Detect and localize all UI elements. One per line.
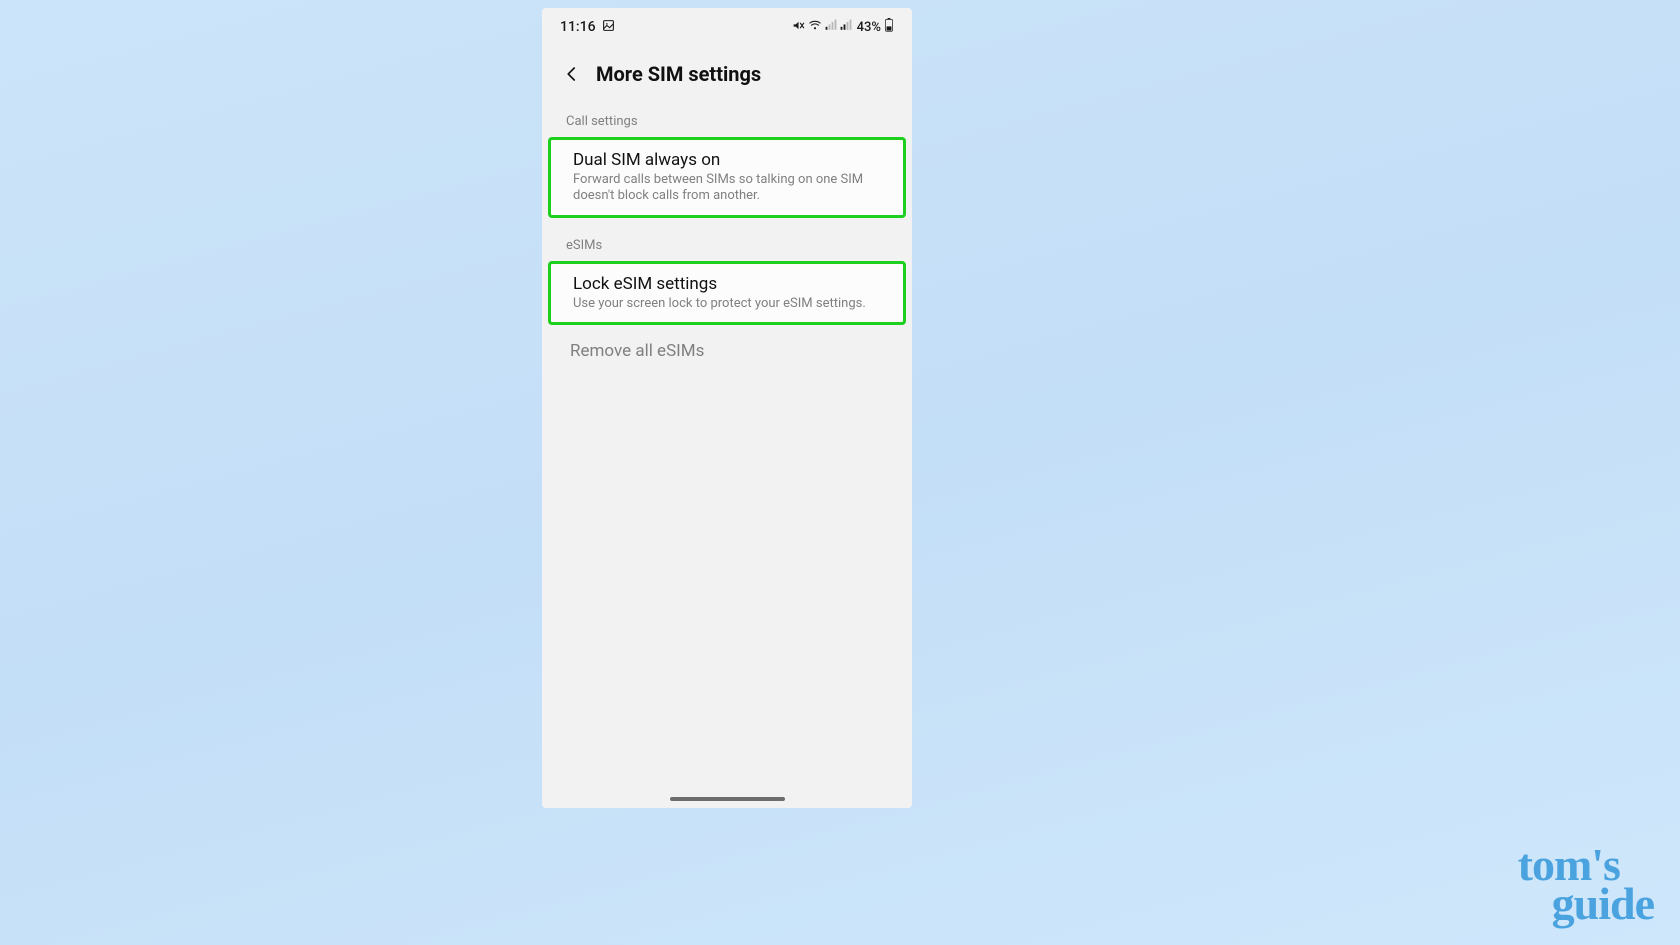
- mute-icon: [792, 19, 805, 36]
- nav-bar: [542, 790, 912, 808]
- dual-sim-always-on-item[interactable]: Dual SIM always on Forward calls between…: [548, 137, 906, 218]
- battery-icon: [884, 18, 894, 36]
- watermark: tom's guide: [1518, 845, 1654, 923]
- wifi-icon: [808, 19, 822, 36]
- picture-icon: [602, 19, 615, 36]
- section-label-esims: eSIMs: [542, 220, 912, 259]
- app-header: More SIM settings: [542, 46, 912, 96]
- section-label-call: Call settings: [542, 96, 912, 135]
- status-time: 11:16: [560, 19, 596, 35]
- page-title: More SIM settings: [596, 62, 761, 86]
- remove-all-esims-item[interactable]: Remove all eSIMs: [548, 327, 906, 377]
- home-indicator[interactable]: [670, 797, 785, 801]
- item-title: Lock eSIM settings: [573, 274, 881, 294]
- battery-percent: 43%: [857, 20, 881, 35]
- item-title: Dual SIM always on: [573, 150, 881, 170]
- back-button[interactable]: [562, 64, 582, 84]
- phone-frame: 11:16 43% Mor: [542, 8, 912, 808]
- signal-icon-2: [840, 19, 852, 35]
- signal-icon-1: [825, 19, 837, 35]
- item-desc: Forward calls between SIMs so talking on…: [573, 172, 881, 205]
- item-desc: Use your screen lock to protect your eSI…: [573, 296, 881, 312]
- status-bar: 11:16 43%: [542, 8, 912, 46]
- lock-esim-settings-item[interactable]: Lock eSIM settings Use your screen lock …: [548, 261, 906, 325]
- item-title: Remove all eSIMs: [570, 341, 884, 361]
